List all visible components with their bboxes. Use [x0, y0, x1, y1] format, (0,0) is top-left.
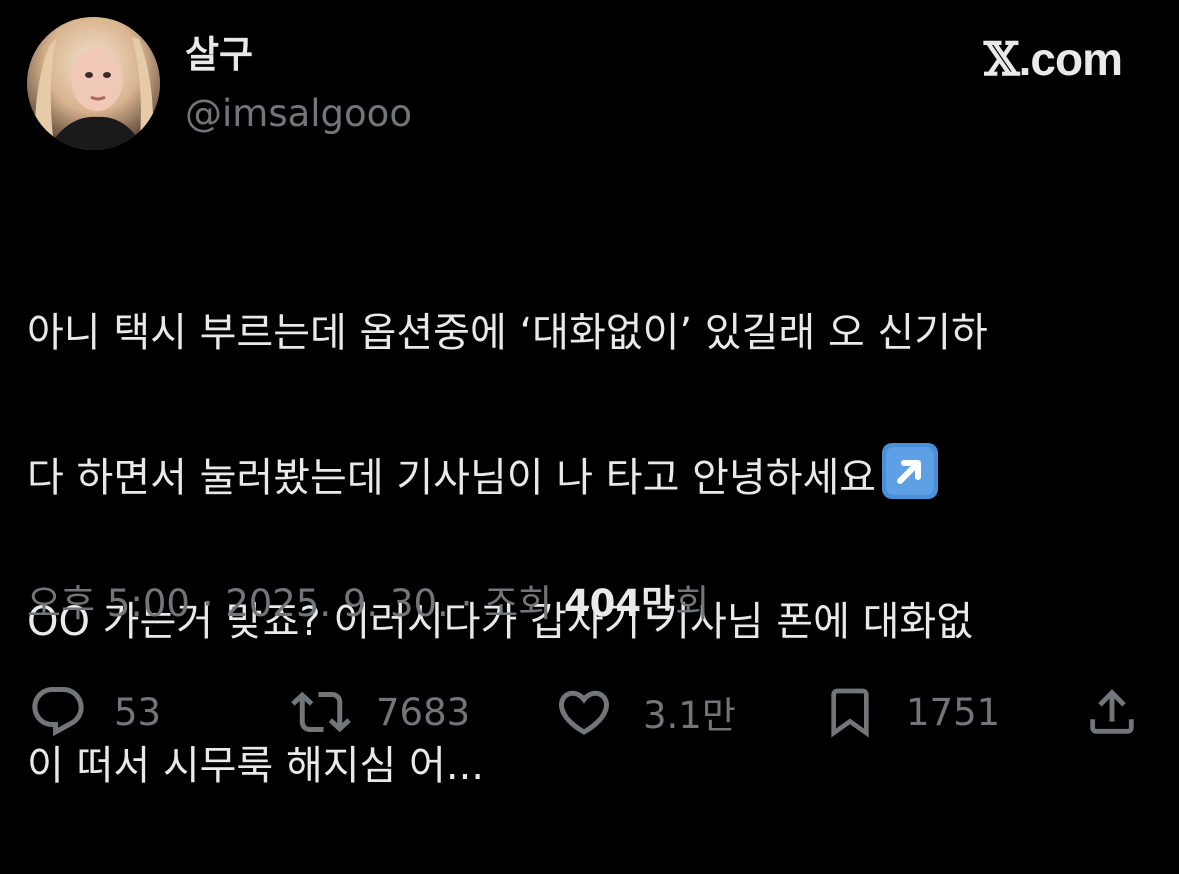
reply-button[interactable]: 53: [28, 682, 161, 742]
views-count: 404만: [563, 582, 676, 625]
x-brand-logo: 𝕏.com: [984, 33, 1123, 85]
views-suffix: 회: [675, 582, 710, 625]
action-bar: 53 7683 3.1만 1751: [0, 682, 1179, 742]
up-right-arrow-emoji-icon: [880, 441, 940, 501]
repost-count: 7683: [376, 690, 471, 734]
bookmark-button[interactable]: 1751: [822, 682, 1000, 742]
share-upload-icon: [1083, 682, 1141, 742]
like-count: 3.1만: [643, 694, 736, 737]
bookmark-icon: [822, 680, 878, 744]
heart-icon: [553, 682, 615, 742]
reply-count: 53: [114, 690, 162, 734]
tweet-line-text: 다 하면서 눌러봤는데 기사님이 나 타고 안녕하세요: [27, 455, 877, 501]
tweet-meta: 오후 5:00 · 2025. 9. 30. · 조회 404만회: [27, 582, 709, 626]
tweet-line: 다 하면서 눌러봤는데 기사님이 나 타고 안녕하세요: [27, 441, 1152, 514]
repost-button[interactable]: 7683: [288, 682, 470, 742]
like-button[interactable]: 3.1만: [553, 682, 736, 742]
tweet-line: 아니 택시 부르는데 옵션중에 ‘대화없이’ 있길래 오 신기하: [27, 310, 988, 356]
display-name[interactable]: 살구: [185, 36, 253, 73]
avatar[interactable]: [27, 17, 160, 150]
user-handle[interactable]: @imsalgooo: [185, 95, 412, 132]
share-button[interactable]: [1083, 682, 1141, 742]
timestamp[interactable]: 오후 5:00 · 2025. 9. 30. · 조회: [27, 582, 564, 625]
speech-bubble-icon: [28, 682, 88, 742]
bookmark-count: 1751: [906, 690, 1001, 734]
brand-domain: .com: [1018, 33, 1123, 85]
x-logo-icon: 𝕏: [983, 32, 1020, 86]
tweet-text: 아니 택시 부르는데 옵션중에 ‘대화없이’ 있길래 오 신기하 다 하면서 눌…: [27, 225, 1152, 874]
repost-arrows-icon: [288, 682, 354, 742]
